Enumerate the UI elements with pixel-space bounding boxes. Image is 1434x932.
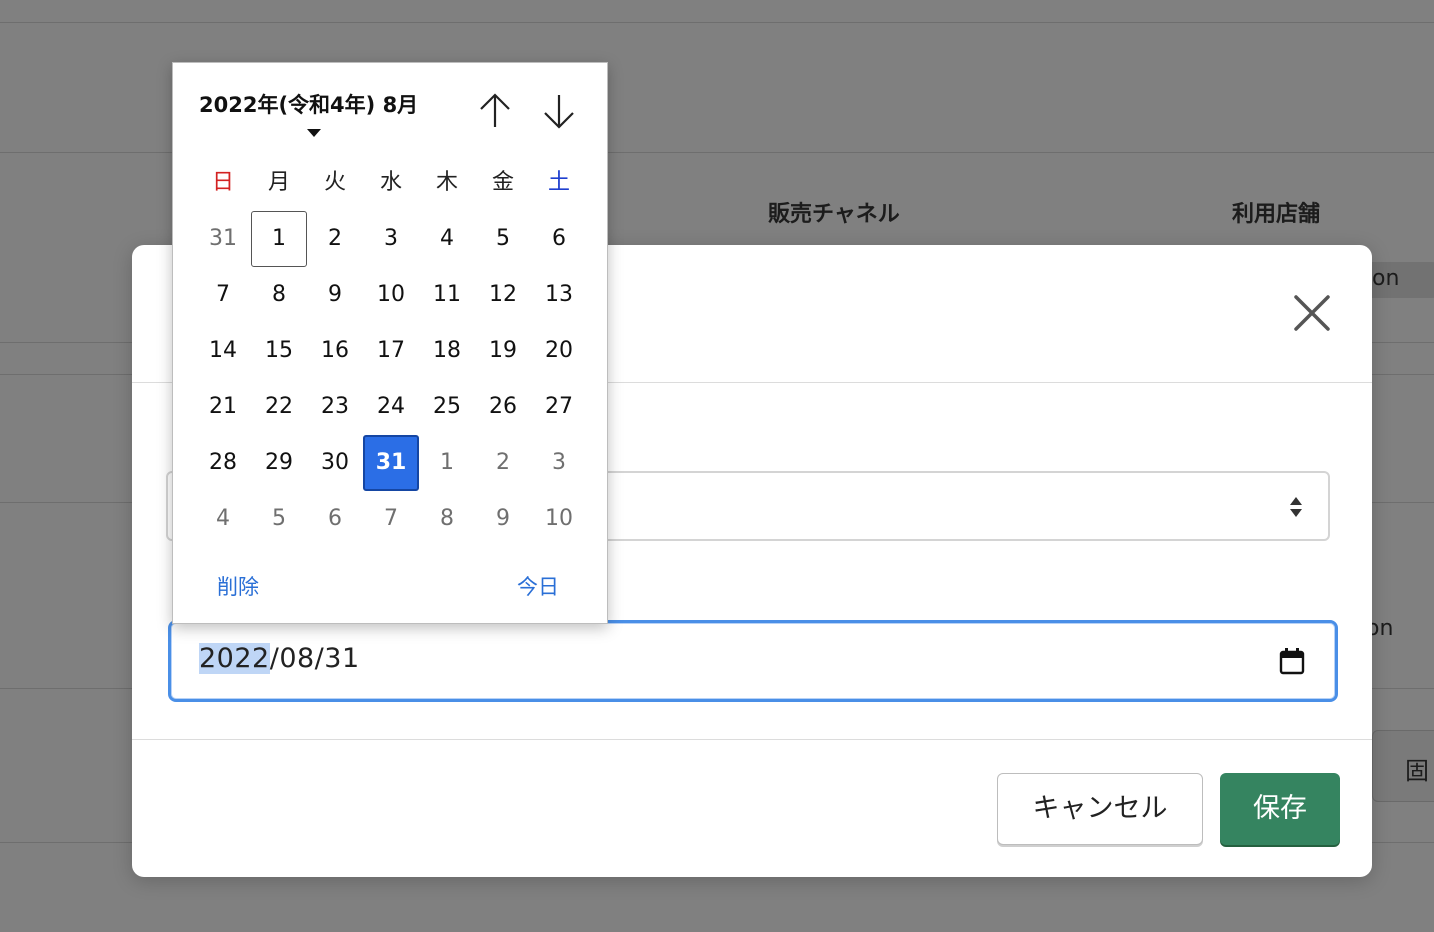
date-picker-popup: 2022年(令和4年) 8月 日 月 火 水 木 金 土 31 1 2 3 4 … bbox=[172, 62, 608, 624]
calendar-day[interactable]: 31 bbox=[195, 211, 251, 267]
calendar-day[interactable]: 2 bbox=[475, 435, 531, 491]
calendar-day[interactable]: 7 bbox=[363, 491, 419, 547]
calendar-day[interactable]: 2 bbox=[307, 211, 363, 267]
calendar-day[interactable]: 12 bbox=[475, 267, 531, 323]
arrow-down-icon bbox=[544, 95, 574, 129]
calendar-day[interactable]: 9 bbox=[475, 491, 531, 547]
weekday-tuesday: 火 bbox=[323, 170, 346, 195]
calendar-day[interactable]: 29 bbox=[251, 435, 307, 491]
calendar-day[interactable]: 7 bbox=[195, 267, 251, 323]
weekday-thursday: 木 bbox=[435, 170, 458, 195]
calendar-day-selected[interactable]: 31 bbox=[363, 435, 419, 491]
calendar-day[interactable]: 17 bbox=[363, 323, 419, 379]
date-input-value[interactable]: 2022/08/31 bbox=[199, 643, 360, 674]
calendar-icon[interactable] bbox=[1279, 647, 1305, 675]
modal-footer-divider bbox=[132, 739, 1372, 740]
calendar-day-focused[interactable]: 1 bbox=[251, 211, 307, 267]
column-header-store: 利用店舗 bbox=[1232, 202, 1321, 227]
bg-divider bbox=[0, 22, 1434, 23]
calendar-day[interactable]: 27 bbox=[531, 379, 587, 435]
calendar-day[interactable]: 6 bbox=[531, 211, 587, 267]
calendar-week: 28 29 30 31 1 2 3 bbox=[195, 435, 587, 491]
calendar-day[interactable]: 24 bbox=[363, 379, 419, 435]
bg-partial-text: on bbox=[1372, 266, 1400, 291]
close-icon bbox=[1294, 295, 1330, 331]
calendar-day[interactable]: 18 bbox=[419, 323, 475, 379]
previous-month-button[interactable] bbox=[475, 91, 515, 131]
calendar-day[interactable]: 23 bbox=[307, 379, 363, 435]
date-year-segment[interactable]: 2022 bbox=[199, 643, 270, 674]
caret-down-icon[interactable] bbox=[307, 129, 321, 137]
weekday-saturday: 土 bbox=[547, 170, 570, 195]
weekday-friday: 金 bbox=[491, 170, 514, 195]
clear-date-button[interactable]: 削除 bbox=[217, 571, 259, 601]
calendar-week: 31 1 2 3 4 5 6 bbox=[195, 211, 587, 267]
calendar-day[interactable]: 9 bbox=[307, 267, 363, 323]
calendar-day[interactable]: 20 bbox=[531, 323, 587, 379]
month-year-selector[interactable]: 2022年(令和4年) 8月 bbox=[199, 89, 418, 119]
calendar-day[interactable]: 30 bbox=[307, 435, 363, 491]
calendar-week: 14 15 16 17 18 19 20 bbox=[195, 323, 587, 379]
calendar-day[interactable]: 4 bbox=[195, 491, 251, 547]
bg-partial-button: 固 bbox=[1372, 730, 1434, 802]
column-header-sales-channel: 販売チャネル bbox=[768, 202, 900, 227]
calendar-day[interactable]: 13 bbox=[531, 267, 587, 323]
calendar-day[interactable]: 21 bbox=[195, 379, 251, 435]
calendar-day[interactable]: 25 bbox=[419, 379, 475, 435]
calendar-day[interactable]: 3 bbox=[531, 435, 587, 491]
calendar-day[interactable]: 5 bbox=[475, 211, 531, 267]
calendar-day[interactable]: 4 bbox=[419, 211, 475, 267]
select-arrows-icon bbox=[1290, 497, 1302, 517]
cancel-button[interactable]: キャンセル bbox=[997, 773, 1203, 845]
calendar-day[interactable]: 11 bbox=[419, 267, 475, 323]
calendar-day[interactable]: 1 bbox=[419, 435, 475, 491]
calendar-day[interactable]: 8 bbox=[251, 267, 307, 323]
bg-partial-button-label: 固 bbox=[1405, 757, 1429, 785]
calendar-week: 4 5 6 7 8 9 10 bbox=[195, 491, 587, 547]
date-month-day-segments[interactable]: /08/31 bbox=[270, 643, 360, 674]
save-button[interactable]: 保存 bbox=[1220, 773, 1340, 845]
calendar-week: 7 8 9 10 11 12 13 bbox=[195, 267, 587, 323]
calendar-day[interactable]: 14 bbox=[195, 323, 251, 379]
calendar-day[interactable]: 22 bbox=[251, 379, 307, 435]
calendar-day[interactable]: 26 bbox=[475, 379, 531, 435]
calendar-day[interactable]: 28 bbox=[195, 435, 251, 491]
today-button[interactable]: 今日 bbox=[517, 571, 559, 601]
weekday-sunday: 日 bbox=[211, 170, 234, 195]
calendar-week: 21 22 23 24 25 26 27 bbox=[195, 379, 587, 435]
calendar-day[interactable]: 10 bbox=[363, 267, 419, 323]
arrow-up-icon bbox=[480, 93, 510, 127]
weekday-wednesday: 水 bbox=[379, 170, 402, 195]
calendar-day[interactable]: 8 bbox=[419, 491, 475, 547]
calendar-day[interactable]: 5 bbox=[251, 491, 307, 547]
calendar-day[interactable]: 19 bbox=[475, 323, 531, 379]
next-month-button[interactable] bbox=[539, 91, 579, 131]
calendar-day[interactable]: 3 bbox=[363, 211, 419, 267]
close-button[interactable] bbox=[1288, 289, 1336, 337]
calendar-day[interactable]: 16 bbox=[307, 323, 363, 379]
calendar-day[interactable]: 6 bbox=[307, 491, 363, 547]
weekday-header: 日 月 火 水 木 金 土 bbox=[195, 163, 587, 203]
calendar-day[interactable]: 10 bbox=[531, 491, 587, 547]
calendar-day[interactable]: 15 bbox=[251, 323, 307, 379]
date-input[interactable]: 2022/08/31 bbox=[168, 620, 1338, 702]
calendar-grid: 31 1 2 3 4 5 6 7 8 9 10 11 12 13 14 15 1… bbox=[195, 211, 587, 547]
weekday-monday: 月 bbox=[267, 170, 290, 195]
